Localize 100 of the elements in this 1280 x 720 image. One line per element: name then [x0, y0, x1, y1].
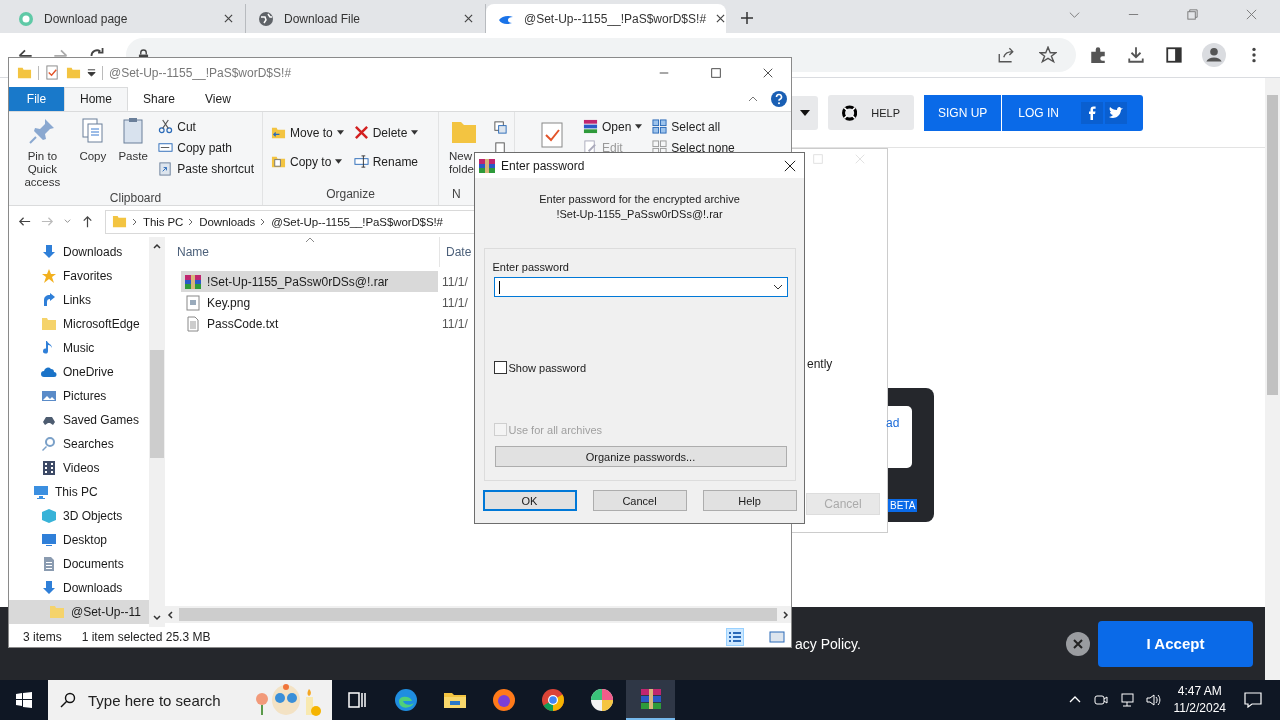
file-row[interactable]: PassCode.txt [181, 313, 438, 334]
scrollbar-thumb[interactable] [150, 350, 164, 458]
nav-item[interactable]: Downloads [9, 576, 149, 600]
breadcrumb[interactable]: Downloads [199, 215, 256, 228]
browser-tab[interactable]: Download File [246, 4, 486, 33]
new-folder-button[interactable]: New folde [443, 114, 491, 187]
dialog-button[interactable]: Cancel [592, 490, 687, 511]
scissors-icon [158, 119, 174, 134]
dropdown-arrow-icon[interactable] [87, 68, 96, 77]
nav-item[interactable]: Saved Games [9, 408, 149, 432]
organize-passwords-button[interactable]: Organize passwords... [494, 446, 787, 467]
cut-button[interactable]: Cut [154, 116, 258, 137]
new-tab-icon[interactable] [740, 11, 754, 25]
new-item-icon[interactable] [493, 120, 508, 135]
scrollbar[interactable] [165, 606, 791, 623]
thumbnail-view-icon[interactable] [769, 629, 785, 645]
help-button[interactable]: HELP [828, 95, 914, 130]
puzzle-icon[interactable] [1089, 46, 1107, 64]
taskbar-app-button[interactable] [626, 680, 675, 720]
scrollbar-thumb[interactable] [1267, 95, 1278, 395]
sign-up-button[interactable]: SIGN UP [924, 94, 1003, 131]
dropdown-button[interactable] [792, 95, 818, 130]
search-field[interactable]: Type here to search [86, 690, 242, 710]
file-row[interactable]: !Set-Up-1155_PaSsw0rDSs@!.rar [181, 271, 438, 292]
bird-icon[interactable] [1105, 101, 1128, 124]
star-icon[interactable] [1039, 46, 1057, 64]
details-view-icon[interactable] [727, 629, 743, 645]
nav-item[interactable]: Favorites [9, 264, 149, 288]
notification-icon[interactable] [1244, 692, 1262, 708]
dialog-button[interactable]: Help [702, 490, 797, 511]
scroll-right-icon[interactable] [781, 609, 791, 620]
scrollbar-thumb[interactable] [179, 608, 777, 621]
speaker-icon[interactable] [1144, 692, 1161, 708]
close-icon[interactable] [762, 66, 774, 79]
nav-item[interactable]: Desktop [9, 528, 149, 552]
rename-button[interactable]: Rename [349, 151, 423, 172]
close-icon[interactable] [784, 159, 796, 172]
close-icon[interactable] [1066, 631, 1090, 656]
download-icon[interactable] [1127, 46, 1145, 64]
breadcrumb[interactable]: @Set-Up--1155__!PaS$worD$S!# [271, 215, 443, 228]
scrollbar[interactable] [149, 237, 165, 627]
nav-item[interactable]: OneDrive [9, 360, 149, 384]
nav-item[interactable]: Links [9, 288, 149, 312]
copy-path-button[interactable]: Copy path [154, 137, 258, 158]
reload-icon[interactable] [88, 47, 106, 57]
camera-icon[interactable] [1092, 692, 1109, 708]
nav-item[interactable]: Music [9, 336, 149, 360]
browser-tab[interactable]: Download page [6, 4, 246, 33]
nav-item[interactable]: Documents [9, 552, 149, 576]
properties-icon[interactable] [45, 65, 60, 80]
scroll-up-icon[interactable] [152, 241, 162, 251]
scroll-left-icon[interactable] [165, 609, 175, 620]
dialog-title: Enter password [501, 158, 585, 173]
maximize-icon[interactable] [710, 66, 722, 79]
network-icon[interactable] [1118, 692, 1135, 708]
column-header[interactable]: Date [439, 237, 472, 267]
back-icon[interactable] [16, 47, 34, 57]
ribbon-tab[interactable]: File [9, 87, 64, 111]
nav-item[interactable]: MicrosoftEdge [9, 312, 149, 336]
password-field[interactable] [493, 277, 788, 297]
paste-button[interactable]: Paste [114, 114, 153, 191]
share-icon[interactable] [997, 46, 1015, 64]
copy-button[interactable]: Copy [73, 114, 112, 191]
clock[interactable]: 4:47 AM 11/2/2024 [1173, 683, 1226, 717]
download-link[interactable]: ad [886, 416, 900, 430]
nav-item[interactable]: 3D Objects [9, 504, 149, 528]
file-row[interactable]: Key.png [181, 292, 438, 313]
ribbon-tab[interactable]: Home [64, 87, 128, 111]
accept-button[interactable]: I Accept [1098, 620, 1253, 667]
restore-icon[interactable] [1186, 8, 1199, 21]
scrollbar[interactable] [1265, 78, 1280, 680]
paste-shortcut-button[interactable]: Paste shortcut [154, 158, 258, 179]
checkbox[interactable] [493, 361, 507, 374]
open-button[interactable]: Open [579, 116, 647, 137]
select-all-button[interactable]: Select all [648, 116, 739, 137]
chevron-down-icon[interactable] [772, 284, 783, 290]
move-to-button[interactable]: Move to [267, 122, 348, 143]
delete-button[interactable]: Delete [349, 122, 423, 143]
nav-item[interactable]: @Set-Up--11 [9, 600, 149, 624]
nav-item[interactable]: Searches [9, 432, 149, 456]
sidebar-icon[interactable] [1165, 46, 1183, 64]
browser-tab[interactable]: @Set-Up--1155__!PaS$worD$S!# [486, 4, 726, 33]
close-icon[interactable] [464, 14, 473, 23]
close-icon[interactable] [224, 14, 233, 23]
nav-item[interactable]: This PC [9, 480, 149, 504]
taskbar-search-field[interactable]: Type here to search [48, 680, 332, 720]
profile-avatar-icon[interactable] [1202, 43, 1226, 67]
close-icon[interactable] [716, 14, 726, 23]
facebook-icon[interactable] [1081, 101, 1104, 124]
nav-item[interactable]: Pictures [9, 384, 149, 408]
breadcrumb[interactable]: This PC [143, 215, 184, 228]
scroll-down-icon[interactable] [152, 613, 162, 623]
pin-button[interactable]: Pin to Quick access [13, 114, 72, 191]
nav-item[interactable]: Downloads [9, 240, 149, 264]
windows-start-icon[interactable] [16, 692, 32, 708]
dialog-button[interactable]: OK [482, 490, 577, 511]
copy-to-button[interactable]: Copy to [267, 151, 348, 172]
help-icon[interactable] [771, 91, 787, 107]
nav-item[interactable]: Videos [9, 456, 149, 480]
column-header[interactable]: Name [177, 245, 439, 259]
